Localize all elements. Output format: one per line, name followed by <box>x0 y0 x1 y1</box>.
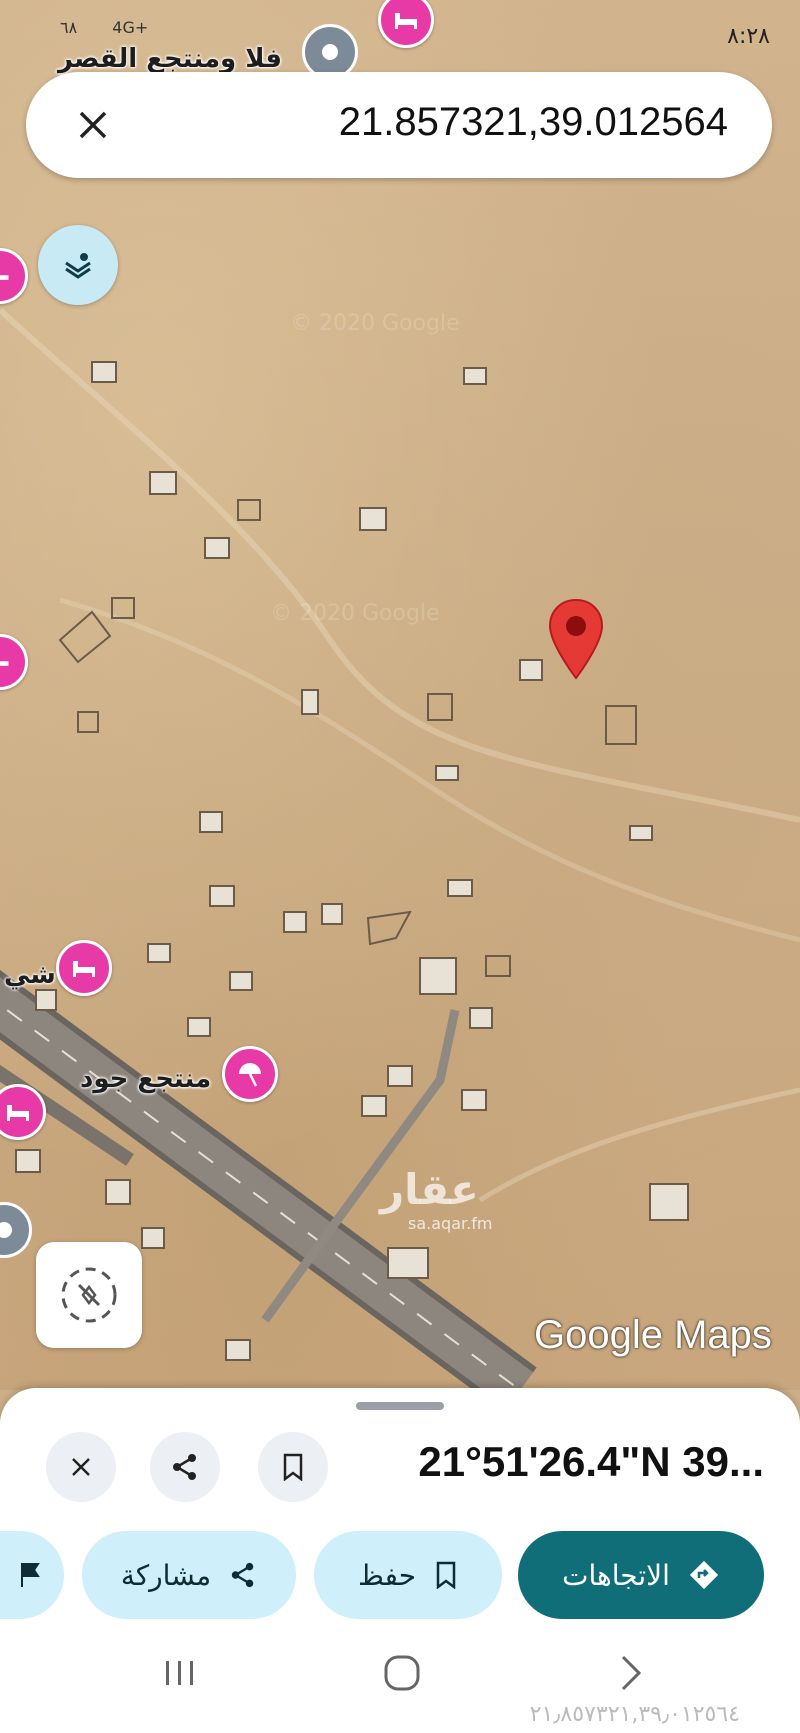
svg-text:© 2020 Google: © 2020 Google <box>270 601 440 626</box>
save-chip[interactable]: حفظ <box>314 1531 502 1619</box>
poi-label-villa[interactable]: فلا ومنتجع القصر <box>58 44 282 74</box>
layers-button[interactable] <box>38 225 118 305</box>
bookmark-icon <box>436 1561 456 1589</box>
layers-icon <box>65 253 91 279</box>
flag-icon <box>21 1563 40 1587</box>
status-time: ٨:٢٨ <box>727 24 770 49</box>
flag-chip[interactable] <box>0 1531 64 1619</box>
umbrella-icon <box>239 1063 261 1087</box>
drag-handle[interactable] <box>356 1402 444 1410</box>
map-canvas[interactable]: © 2020 Google © 2020 Google ٦٨ 4G+ ٨:٢٨ … <box>0 0 800 1390</box>
compass-button[interactable] <box>36 1242 142 1348</box>
bed-icon <box>0 275 9 280</box>
search-query[interactable]: 21.857321,39.012564 <box>339 100 728 145</box>
battery-indicator: ٦٨ <box>60 18 78 37</box>
bed-icon <box>7 1105 29 1121</box>
aqar-watermark-url: sa.aqar.fm <box>408 1214 493 1233</box>
poi-label-cut[interactable]: شي <box>4 960 56 990</box>
bed-icon <box>395 13 417 29</box>
bed-icon <box>73 961 95 977</box>
resort-poi[interactable] <box>222 1046 278 1102</box>
back-button[interactable] <box>600 1648 660 1698</box>
close-sheet-button[interactable] <box>46 1432 116 1502</box>
share-button[interactable] <box>150 1432 220 1502</box>
close-icon <box>72 1458 90 1476</box>
network-indicator: 4G+ <box>112 18 149 37</box>
directions-button[interactable]: الاتجاهات <box>518 1531 764 1619</box>
location-icon <box>322 44 338 60</box>
bookmark-icon <box>283 1453 303 1481</box>
back-icon <box>621 1655 642 1691</box>
compass-icon <box>61 1267 117 1323</box>
google-maps-logo: Google Maps <box>534 1313 772 1357</box>
directions-icon <box>689 1560 719 1590</box>
svg-text:© 2020 Google: © 2020 Google <box>290 311 460 336</box>
search-bar[interactable]: 21.857321,39.012564 <box>26 72 772 178</box>
bed-icon <box>0 661 9 666</box>
aqar-watermark: عقار <box>380 1165 479 1214</box>
share-icon <box>231 1562 254 1588</box>
coordinate-echo: ٢١٫٨٥٧٣٢١,٣٩٫٠١٢٥٦٤ <box>529 1702 740 1727</box>
home-icon <box>384 1655 420 1691</box>
home-button[interactable] <box>372 1648 432 1698</box>
system-nav-bar: ٢١٫٨٥٧٣٢١,٣٩٫٠١٢٥٦٤ <box>0 1640 800 1733</box>
status-network: ٦٨ 4G+ <box>60 18 148 37</box>
save-button[interactable] <box>258 1432 328 1502</box>
close-icon[interactable] <box>66 98 120 152</box>
share-icon <box>173 1454 196 1480</box>
poi-label-resort[interactable]: منتجع جود <box>80 1064 211 1094</box>
directions-label: الاتجاهات <box>562 1558 670 1592</box>
share-chip[interactable]: مشاركة <box>82 1531 296 1619</box>
location-icon <box>0 1222 12 1238</box>
share-label: مشاركة <box>120 1558 212 1592</box>
dropped-pin-marker[interactable] <box>546 598 606 682</box>
hotel-poi-left-3[interactable] <box>56 940 112 996</box>
recent-apps-button[interactable] <box>150 1648 210 1698</box>
save-label: حفظ <box>357 1558 417 1592</box>
place-title: 21°51'26.4"N 39... <box>418 1438 764 1485</box>
recents-icon <box>166 1661 193 1685</box>
